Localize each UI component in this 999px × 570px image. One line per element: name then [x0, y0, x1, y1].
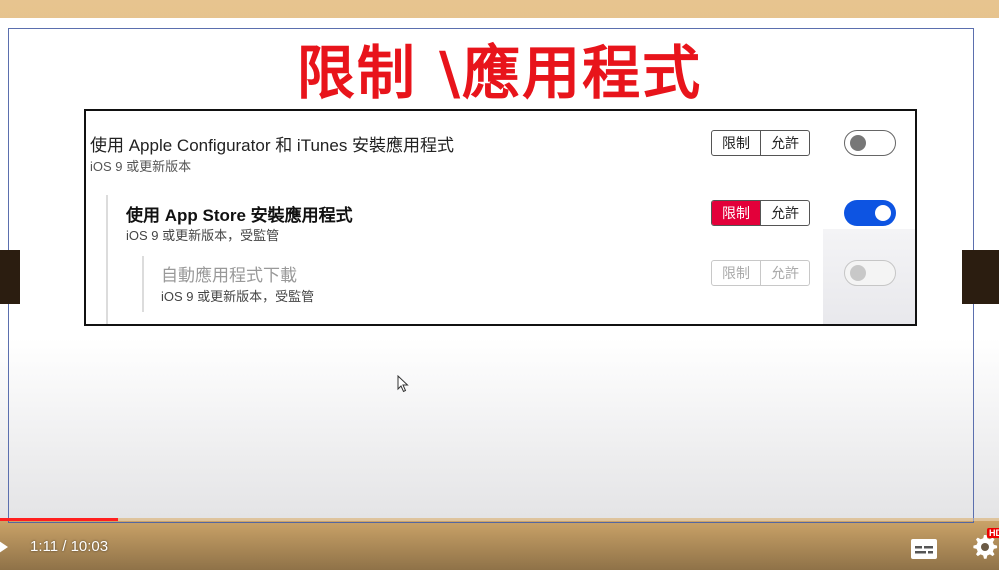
- setting-sublabel: iOS 9 或更新版本，受監管: [126, 228, 280, 243]
- allow-button[interactable]: 允許: [760, 131, 809, 155]
- play-icon[interactable]: [0, 538, 10, 556]
- progress-played: [0, 518, 118, 521]
- progress-bar[interactable]: [0, 518, 999, 521]
- toggle-switch[interactable]: [844, 200, 896, 226]
- hd-badge: HD: [987, 528, 999, 538]
- restrict-button[interactable]: 限制: [712, 261, 760, 285]
- frame-clip-left: [0, 250, 20, 304]
- setting-label: 使用 App Store 安裝應用程式: [126, 206, 353, 225]
- indent-guide: [106, 195, 108, 324]
- toggle-switch[interactable]: [844, 130, 896, 156]
- setting-sublabel: iOS 9 或更新版本，受監管: [161, 289, 315, 304]
- allow-button[interactable]: 允許: [760, 261, 809, 285]
- toggle-knob: [875, 205, 891, 221]
- restrict-button[interactable]: 限制: [712, 201, 760, 225]
- restrict-allow-segmented[interactable]: 限制 允許: [711, 260, 810, 286]
- restrict-allow-segmented[interactable]: 限制 允許: [711, 200, 810, 226]
- setting-label: 自動應用程式下載: [161, 266, 297, 285]
- restrict-allow-segmented[interactable]: 限制 允許: [711, 130, 810, 156]
- toggle-knob: [850, 135, 866, 151]
- toggle-switch[interactable]: [844, 260, 896, 286]
- video-player-controls: 1:11 / 10:03 HD: [0, 518, 999, 570]
- restrict-button[interactable]: 限制: [712, 131, 760, 155]
- allow-button[interactable]: 允許: [760, 201, 809, 225]
- frame-clip-right: [962, 250, 999, 304]
- slide-title: 限制 \應用程式: [296, 39, 703, 107]
- toggle-knob: [850, 265, 866, 281]
- indent-guide: [142, 256, 144, 312]
- subtitles-icon[interactable]: [910, 538, 938, 560]
- time-display: 1:11 / 10:03: [30, 538, 109, 555]
- cursor-icon: [397, 375, 409, 393]
- setting-label: 使用 Apple Configurator 和 iTunes 安裝應用程式: [90, 136, 455, 155]
- restrictions-panel: 使用 Apple Configurator 和 iTunes 安裝應用程式 iO…: [84, 109, 917, 326]
- setting-sublabel: iOS 9 或更新版本: [90, 159, 192, 174]
